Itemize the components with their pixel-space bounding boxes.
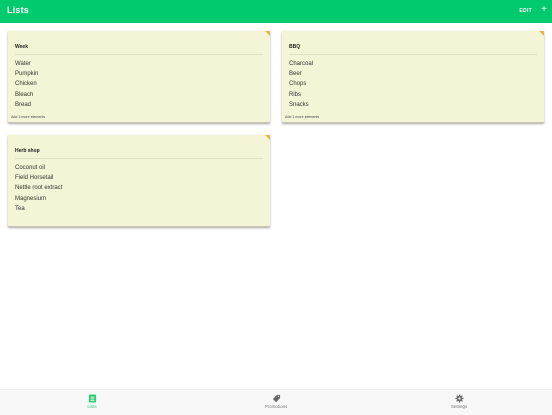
- list-item: Ribs: [289, 91, 302, 98]
- list-items: Charcoal Beer Chops Ribs Snacks: [289, 59, 313, 110]
- edit-button[interactable]: EDIT: [519, 8, 532, 14]
- divider: [289, 54, 537, 55]
- list-item: Nettle root extract: [15, 185, 63, 192]
- list-item: Pumpkin: [15, 71, 39, 78]
- note-corner-icon: [265, 135, 270, 140]
- divider: [15, 158, 263, 159]
- list-item: Field Horsetail: [15, 175, 54, 182]
- add-list-button[interactable]: +: [541, 5, 547, 15]
- list-items: Water Pumpkin Chicken Bleach Bread: [15, 59, 38, 110]
- gear-icon: [454, 394, 464, 403]
- list-item: Chops: [289, 81, 307, 88]
- list-item: Beer: [289, 71, 302, 78]
- list-item: Water: [15, 61, 31, 67]
- note-corner-icon: [265, 31, 270, 36]
- list-item: Magnesium: [15, 195, 47, 202]
- list-item: Chicken: [15, 81, 37, 88]
- list-item: Bread: [15, 101, 32, 108]
- list-card-title: BBQ: [289, 44, 301, 50]
- app-header: Lists EDIT +: [0, 0, 552, 23]
- list-item: Bleach: [15, 91, 34, 98]
- tab-label: Lists: [87, 404, 97, 409]
- page-title: Lists: [7, 5, 30, 15]
- more-elements-link[interactable]: Add 1 more elements: [285, 115, 319, 119]
- bottom-navigation: Lists Promotions Settings: [0, 389, 552, 415]
- divider: [15, 54, 263, 55]
- list-card-bbq[interactable]: BBQ Charcoal Beer Chops Ribs Snacks Add …: [282, 31, 544, 123]
- note-corner-icon: [539, 31, 544, 36]
- list-item: Charcoal: [289, 61, 314, 67]
- tab-promotions[interactable]: Promotions: [246, 394, 306, 409]
- tab-settings[interactable]: Settings: [429, 394, 489, 409]
- list-item: Snacks: [289, 101, 309, 108]
- list-item: Tea: [15, 205, 25, 212]
- tab-lists[interactable]: Lists: [62, 394, 122, 409]
- tab-label: Settings: [450, 404, 468, 409]
- list-card-title: Week: [15, 44, 28, 50]
- tag-icon: [272, 394, 280, 403]
- list-icon: [88, 394, 96, 403]
- list-card-herb-shop[interactable]: Herb shop Coconut oil Field Horsetail Ne…: [8, 135, 270, 227]
- list-card-week[interactable]: Week Water Pumpkin Chicken Bleach Bread …: [8, 31, 270, 123]
- list-item: Coconut oil: [15, 165, 46, 171]
- more-elements-link[interactable]: Add 3 more elements: [11, 115, 45, 119]
- list-card-title: Herb shop: [15, 148, 40, 154]
- tab-label: Promotions: [264, 404, 288, 409]
- list-items: Coconut oil Field Horsetail Nettle root …: [15, 163, 62, 214]
